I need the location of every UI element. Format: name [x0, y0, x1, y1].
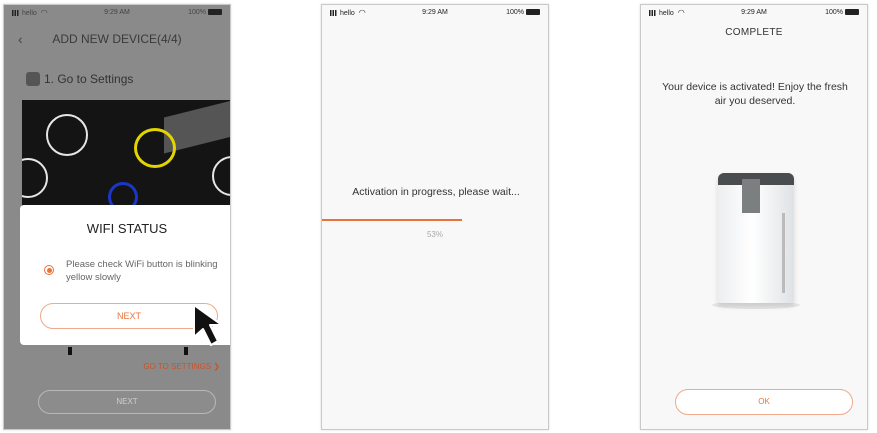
device-control-photo: [22, 100, 230, 210]
activation-message: Activation in progress, please wait...: [352, 186, 520, 198]
air-purifier-image: [710, 173, 802, 315]
battery-label: 100%: [825, 5, 859, 21]
dialog-title: WIFI STATUS: [86, 221, 168, 236]
mode-button-icon: [22, 158, 48, 198]
page-header: ‹ ADD NEW DEVICE(4/4): [4, 27, 230, 51]
fan-button-icon: [46, 114, 88, 156]
radio-button-selected[interactable]: [44, 265, 54, 275]
phone-screen-complete: hello ◠ 9:29 AM 100% COMPLETE Your device…: [640, 4, 868, 430]
wifi-button-icon: [134, 128, 176, 168]
phone-screen-add-device: hello ◠ 9:29 AM 100% ‹ ADD NEW DEVICE(4/4…: [3, 4, 231, 430]
go-to-settings-link[interactable]: GO TO SETTINGS ❯: [143, 362, 220, 371]
ok-button[interactable]: OK: [675, 389, 853, 415]
battery-icon: [845, 9, 859, 16]
chevron-left-icon[interactable]: ‹: [18, 27, 23, 51]
page-title: ADD NEW DEVICE(4/4): [52, 32, 182, 46]
status-bar: hello ◠ 9:29 AM 100%: [641, 5, 867, 21]
settings-icon: [26, 72, 40, 86]
battery-icon: [526, 9, 540, 16]
success-message: Your device is activated! Enjoy the fres…: [662, 81, 848, 107]
status-bar: hello ◠ 9:29 AM 100%: [322, 5, 548, 21]
next-button-disabled[interactable]: NEXT: [38, 390, 216, 414]
timer-button-icon: [212, 156, 230, 196]
progress-percent: 53%: [426, 230, 443, 239]
battery-label: 100%: [188, 5, 222, 21]
dialog-message: Please check WiFi button is blinking yel…: [66, 259, 218, 283]
progress-bar: [322, 219, 462, 221]
battery-icon: [208, 9, 222, 16]
page-title: COMPLETE: [725, 27, 783, 38]
device-marks: [68, 347, 188, 357]
battery-label: 100%: [506, 5, 540, 21]
status-bar: hello ◠ 9:29 AM 100%: [4, 5, 230, 21]
step-label: 1. Go to Settings: [26, 69, 133, 89]
phone-screen-activation: hello ◠ 9:29 AM 100% Activation in progre…: [321, 4, 549, 430]
